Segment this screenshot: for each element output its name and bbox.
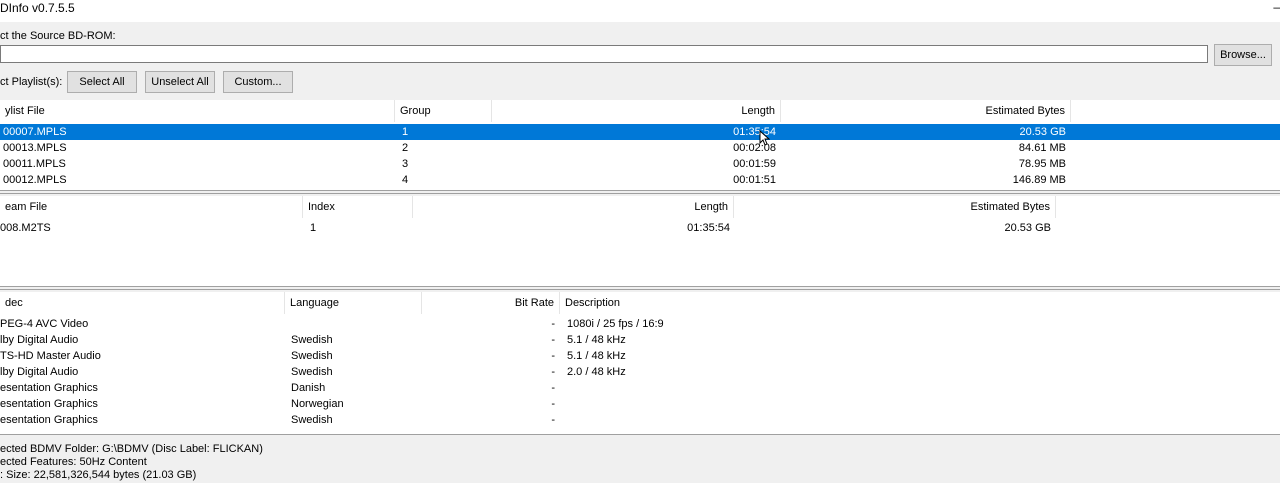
codec-name: esentation Graphics bbox=[0, 398, 98, 410]
playlist-file: 00012.MPLS bbox=[3, 174, 67, 186]
custom-button[interactable]: Custom... bbox=[223, 71, 293, 93]
source-label: ct the Source BD-ROM: bbox=[0, 30, 116, 42]
window-title: DInfo v0.7.5.5 bbox=[0, 1, 75, 15]
codec-row[interactable]: lby Digital Audio Swedish - 2.0 / 48 kHz bbox=[0, 364, 1280, 380]
mouse-pointer-icon bbox=[759, 130, 770, 146]
playlist-select-label: ct Playlist(s): bbox=[0, 76, 63, 88]
codec-description: 1080i / 25 fps / 16:9 bbox=[567, 318, 664, 330]
playlist-group: 3 bbox=[402, 158, 409, 170]
codec-row[interactable]: esentation Graphics Swedish - bbox=[0, 412, 1280, 428]
header-description[interactable]: Description bbox=[560, 292, 660, 314]
playlist-bytes: 20.53 GB bbox=[1019, 126, 1066, 138]
codec-list[interactable]: dec Language Bit Rate Description PEG-4 … bbox=[0, 292, 1280, 434]
codec-bitrate: - bbox=[551, 382, 555, 394]
codec-bitrate: - bbox=[551, 398, 555, 410]
codec-language: Danish bbox=[291, 382, 326, 394]
splitter[interactable] bbox=[0, 286, 1280, 290]
status-line-folder: ected BDMV Folder: G:\BDMV (Disc Label: … bbox=[0, 443, 263, 455]
title-bar: DInfo v0.7.5.5 – bbox=[0, 0, 1280, 22]
codec-language: Norwegian bbox=[291, 398, 344, 410]
splitter[interactable] bbox=[0, 190, 1280, 194]
playlist-length: 01:35:54 bbox=[733, 126, 776, 138]
header-length[interactable]: Length bbox=[492, 100, 781, 122]
codec-row[interactable]: esentation Graphics Norwegian - bbox=[0, 396, 1280, 412]
status-line-features: ected Features: 50Hz Content bbox=[0, 456, 147, 468]
playlist-row[interactable]: 00007.MPLS 1 01:35:54 20.53 GB bbox=[0, 124, 1280, 140]
codec-bitrate: - bbox=[551, 334, 555, 346]
stream-file-list[interactable]: eam File Index Length Estimated Bytes 00… bbox=[0, 196, 1280, 286]
browse-button[interactable]: Browse... bbox=[1214, 44, 1272, 66]
codec-row[interactable]: TS-HD Master Audio Swedish - 5.1 / 48 kH… bbox=[0, 348, 1280, 364]
stream-index: 1 bbox=[310, 222, 317, 234]
header-stream-bytes[interactable]: Estimated Bytes bbox=[734, 196, 1056, 218]
playlist-bytes: 84.61 MB bbox=[1018, 142, 1066, 154]
header-index[interactable]: Index bbox=[303, 196, 413, 218]
playlist-group: 2 bbox=[402, 142, 409, 154]
minimize-button[interactable]: – bbox=[1273, 0, 1280, 14]
codec-description: 5.1 / 48 kHz bbox=[567, 334, 626, 346]
codec-language: Swedish bbox=[291, 350, 333, 362]
playlist-row[interactable]: 00013.MPLS 2 00:02:08 84.61 MB bbox=[0, 140, 1280, 156]
codec-bitrate: - bbox=[551, 414, 555, 426]
codec-description: 5.1 / 48 kHz bbox=[567, 350, 626, 362]
playlist-length: 00:01:51 bbox=[733, 174, 776, 186]
header-group[interactable]: Group bbox=[395, 100, 492, 122]
stream-file: 008.M2TS bbox=[0, 222, 51, 234]
select-all-button[interactable]: Select All bbox=[67, 71, 137, 93]
stream-row[interactable]: 008.M2TS 1 01:35:54 20.53 GB bbox=[0, 220, 1280, 236]
codec-row[interactable]: esentation Graphics Danish - bbox=[0, 380, 1280, 396]
playlist-bytes: 146.89 MB bbox=[1012, 174, 1066, 186]
status-panel: ected BDMV Folder: G:\BDMV (Disc Label: … bbox=[0, 434, 1280, 483]
codec-language: Swedish bbox=[291, 366, 333, 378]
source-path-input[interactable] bbox=[0, 45, 1208, 63]
stream-bytes: 20.53 GB bbox=[1004, 222, 1051, 234]
status-line-size: : Size: 22,581,326,544 bytes (21.03 GB) bbox=[0, 469, 197, 481]
header-language[interactable]: Language bbox=[285, 292, 422, 314]
playlist-file: 00007.MPLS bbox=[3, 126, 67, 138]
codec-name: PEG-4 AVC Video bbox=[0, 318, 89, 330]
codec-name: lby Digital Audio bbox=[0, 334, 79, 346]
playlist-file: 00013.MPLS bbox=[3, 142, 67, 154]
header-playlist-file[interactable]: ylist File bbox=[0, 100, 395, 122]
codec-bitrate: - bbox=[551, 318, 555, 330]
header-stream-length[interactable]: Length bbox=[413, 196, 734, 218]
codec-bitrate: - bbox=[551, 350, 555, 362]
playlist-length: 00:02:08 bbox=[733, 142, 776, 154]
unselect-all-button[interactable]: Unselect All bbox=[145, 71, 215, 93]
playlist-row[interactable]: 00012.MPLS 4 00:01:51 146.89 MB bbox=[0, 172, 1280, 188]
playlist-group: 4 bbox=[402, 174, 409, 186]
codec-description: 2.0 / 48 kHz bbox=[567, 366, 626, 378]
codec-row[interactable]: lby Digital Audio Swedish - 5.1 / 48 kHz bbox=[0, 332, 1280, 348]
codec-row[interactable]: PEG-4 AVC Video - 1080i / 25 fps / 16:9 bbox=[0, 316, 1280, 332]
header-stream-file[interactable]: eam File bbox=[0, 196, 303, 218]
playlist-row[interactable]: 00011.MPLS 3 00:01:59 78.95 MB bbox=[0, 156, 1280, 172]
stream-length: 01:35:54 bbox=[687, 222, 730, 234]
playlist-length: 00:01:59 bbox=[733, 158, 776, 170]
codec-language: Swedish bbox=[291, 334, 333, 346]
header-bit-rate[interactable]: Bit Rate bbox=[422, 292, 560, 314]
codec-name: esentation Graphics bbox=[0, 414, 98, 426]
playlist-list[interactable]: ylist File Group Length Estimated Bytes … bbox=[0, 100, 1280, 190]
playlist-file: 00011.MPLS bbox=[3, 158, 66, 170]
codec-bitrate: - bbox=[551, 366, 555, 378]
codec-name: esentation Graphics bbox=[0, 382, 98, 394]
codec-language: Swedish bbox=[291, 414, 333, 426]
codec-name: TS-HD Master Audio bbox=[0, 350, 101, 362]
header-estimated-bytes[interactable]: Estimated Bytes bbox=[781, 100, 1071, 122]
header-codec[interactable]: dec bbox=[0, 292, 285, 314]
playlist-group: 1 bbox=[402, 126, 409, 138]
playlist-bytes: 78.95 MB bbox=[1018, 158, 1066, 170]
codec-name: lby Digital Audio bbox=[0, 366, 79, 378]
